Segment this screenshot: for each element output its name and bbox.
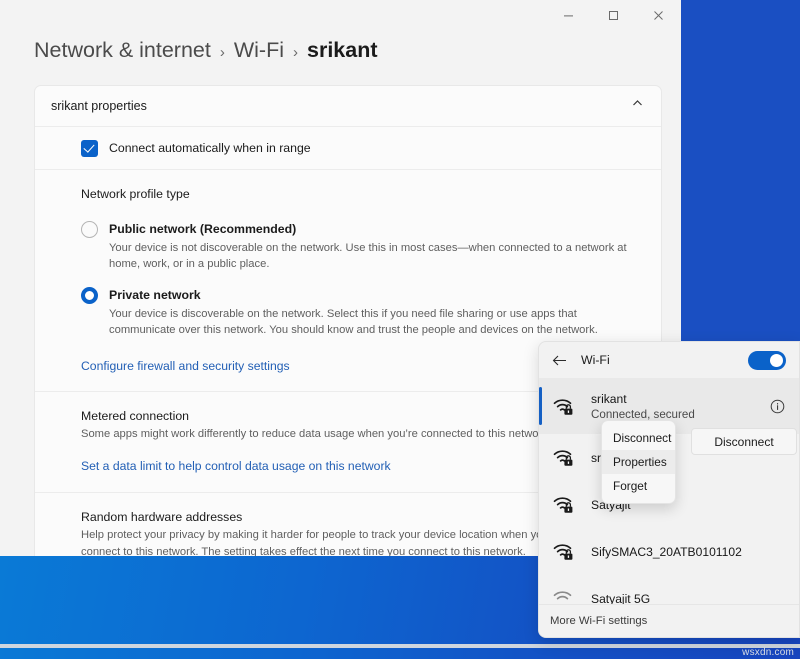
close-icon <box>654 11 663 20</box>
public-network-label: Public network (Recommended) <box>109 222 297 236</box>
context-menu-item-forget[interactable]: Forget <box>602 474 675 498</box>
breadcrumb: Network & internet › Wi-Fi › srikant <box>34 38 378 63</box>
breadcrumb-separator-2-icon: › <box>293 44 298 61</box>
desktop: Network & internet › Wi-Fi › srikant sri… <box>0 0 800 659</box>
desktop-wallpaper-right <box>681 0 800 345</box>
close-button[interactable] <box>636 0 681 31</box>
private-network-label: Private network <box>109 287 201 302</box>
properties-card-title: srikant properties <box>51 99 147 113</box>
maximize-button[interactable] <box>591 0 636 31</box>
network-profile-title: Network profile type <box>81 187 190 201</box>
network-name: srikant <box>591 391 627 406</box>
connect-automatically-row[interactable]: Connect automatically when in range <box>35 127 661 169</box>
wifi-toggle[interactable] <box>748 350 786 370</box>
public-network-description: Your device is not discoverable on the n… <box>109 242 627 271</box>
more-wifi-settings-label: More Wi-Fi settings <box>550 615 648 627</box>
private-network-radio[interactable] <box>81 286 98 304</box>
minimize-button[interactable] <box>546 0 591 31</box>
random-hardware-addresses-description: Help protect your privacy by making it h… <box>81 529 549 556</box>
wifi-flyout-header: Wi-Fi <box>539 342 799 378</box>
public-network-radio[interactable] <box>81 221 98 238</box>
wifi-secured-icon <box>552 448 578 467</box>
maximize-icon <box>609 11 618 20</box>
profile-option-private[interactable]: Private network Your device is discovera… <box>81 286 645 339</box>
configure-firewall-link[interactable]: Configure firewall and security settings <box>81 359 290 373</box>
page-title: srikant <box>307 38 378 62</box>
wifi-secured-icon <box>552 397 578 416</box>
minimize-icon <box>564 15 573 17</box>
breadcrumb-root[interactable]: Network & internet <box>34 38 211 63</box>
info-icon[interactable] <box>770 399 785 414</box>
wifi-secured-icon <box>552 495 578 514</box>
chevron-up-icon[interactable] <box>631 97 644 115</box>
wifi-secured-icon <box>552 542 578 561</box>
private-network-description: Your device is discoverable on the netwo… <box>109 307 598 337</box>
connect-automatically-label: Connect automatically when in range <box>109 141 311 155</box>
set-data-limit-link[interactable]: Set a data limit to help control data us… <box>81 459 391 473</box>
more-wifi-settings-link[interactable]: More Wi-Fi settings <box>539 604 799 637</box>
breadcrumb-level2[interactable]: Wi-Fi <box>234 38 284 63</box>
profile-option-public[interactable]: Public network (Recommended) Your device… <box>81 220 645 273</box>
back-arrow-icon[interactable] <box>552 354 567 367</box>
title-bar <box>0 0 681 31</box>
network-status: Connected, secured <box>591 407 695 421</box>
wifi-flyout-title: Wi-Fi <box>581 353 610 367</box>
properties-card-header[interactable]: srikant properties <box>35 86 661 127</box>
network-context-menu: Disconnect Properties Forget <box>601 420 676 504</box>
disconnect-button[interactable]: Disconnect <box>691 428 797 455</box>
breadcrumb-separator-icon: › <box>219 44 225 61</box>
watermark: wsxdn.com <box>742 647 794 658</box>
network-item-sifysmac3[interactable]: SifySMAC3_20ATB0101102 <box>539 528 799 575</box>
context-menu-item-disconnect[interactable]: Disconnect <box>602 426 675 450</box>
context-menu-item-properties[interactable]: Properties <box>602 450 675 474</box>
connect-automatically-checkbox[interactable] <box>81 139 98 157</box>
network-name: SifySMAC3_20ATB0101102 <box>591 544 742 559</box>
metered-connection-description: Some apps might work differently to redu… <box>81 427 548 440</box>
